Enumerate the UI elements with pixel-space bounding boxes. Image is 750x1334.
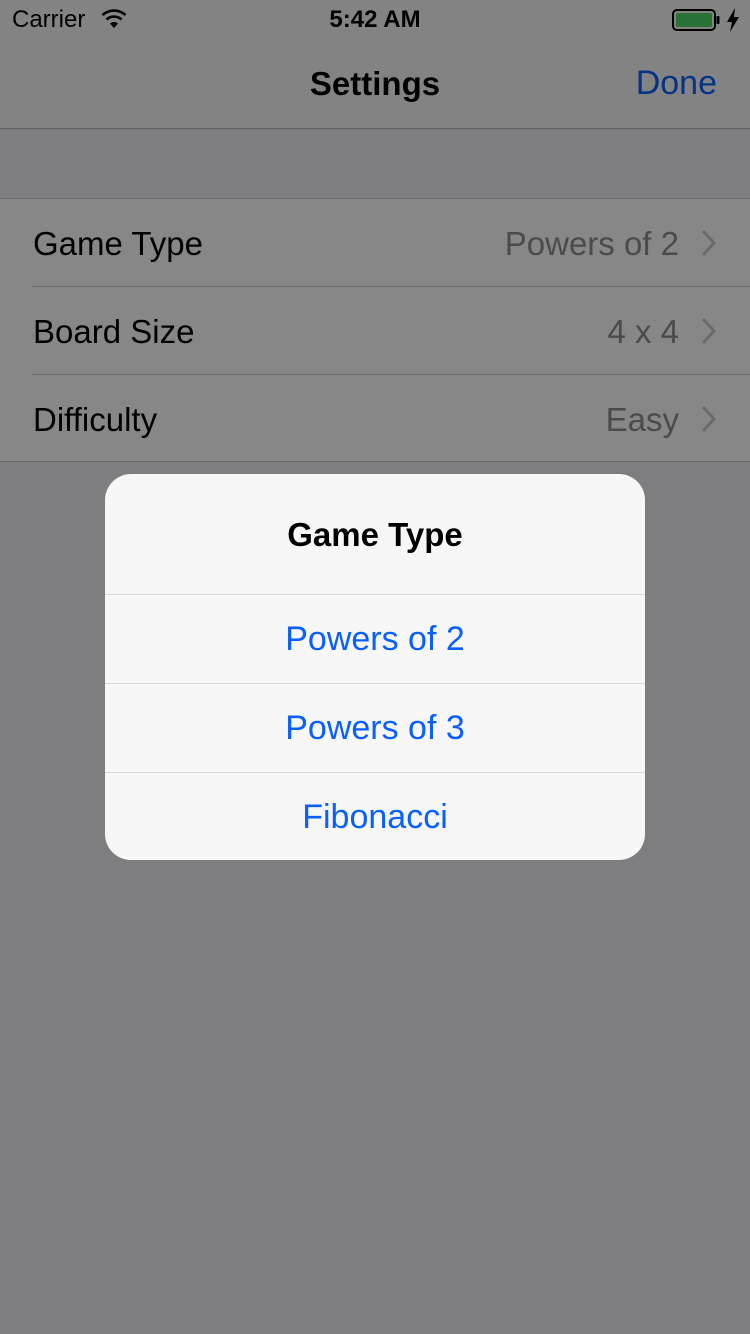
alert-title: Game Type [287, 516, 463, 553]
option-powers-of-2-button[interactable]: Powers of 2 [105, 595, 645, 684]
game-type-alert: Game Type Powers of 2 Powers of 3 Fibona… [105, 474, 645, 860]
option-fibonacci-button[interactable]: Fibonacci [105, 773, 645, 860]
option-powers-of-3-button[interactable]: Powers of 3 [105, 684, 645, 773]
